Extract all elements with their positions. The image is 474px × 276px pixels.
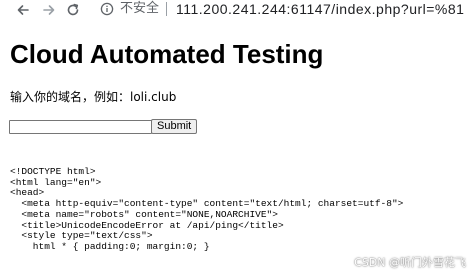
code-line: <!DOCTYPE html>	[10, 166, 96, 177]
watermark: CSDN @听门外雪花飞	[354, 256, 466, 269]
submit-button[interactable]: Submit	[151, 119, 198, 134]
address-bar-url[interactable]: 111.200.241.244:61147/index.php?url=%81	[176, 0, 464, 18]
info-icon[interactable]	[100, 2, 114, 16]
code-line: <html lang="en">	[10, 176, 102, 188]
code-line: <title>UnicodeEncodeError at /api/ping</…	[10, 219, 284, 231]
url-separator	[166, 2, 167, 16]
code-line: <meta http-equiv="content-type" content=…	[10, 198, 404, 210]
reload-button[interactable]	[64, 1, 82, 19]
page-title: Cloud Automated Testing	[10, 39, 324, 69]
forward-button[interactable]	[40, 1, 58, 19]
code-line: <meta name="robots" content="NONE,NOARCH…	[10, 208, 278, 220]
arrow-right-icon	[43, 5, 55, 15]
back-button[interactable]	[14, 1, 32, 19]
browser-toolbar: 不安全 111.200.241.244:61147/index.php?url=…	[0, 0, 474, 20]
code-line: <style type="text/css">	[10, 230, 153, 242]
security-label[interactable]: 不安全	[120, 0, 159, 18]
code-line: <head>	[10, 187, 45, 199]
arrow-left-icon	[17, 5, 29, 15]
code-line: html * { padding:0; margin:0; }	[10, 240, 210, 252]
domain-prompt: 输入你的域名，例如：loli.club	[10, 90, 177, 104]
response-source: <!DOCTYPE html> <html lang="en"> <head> …	[10, 166, 404, 253]
reload-icon	[67, 3, 79, 16]
domain-input[interactable]	[9, 120, 152, 134]
screen: 不安全 111.200.241.244:61147/index.php?url=…	[0, 0, 474, 276]
